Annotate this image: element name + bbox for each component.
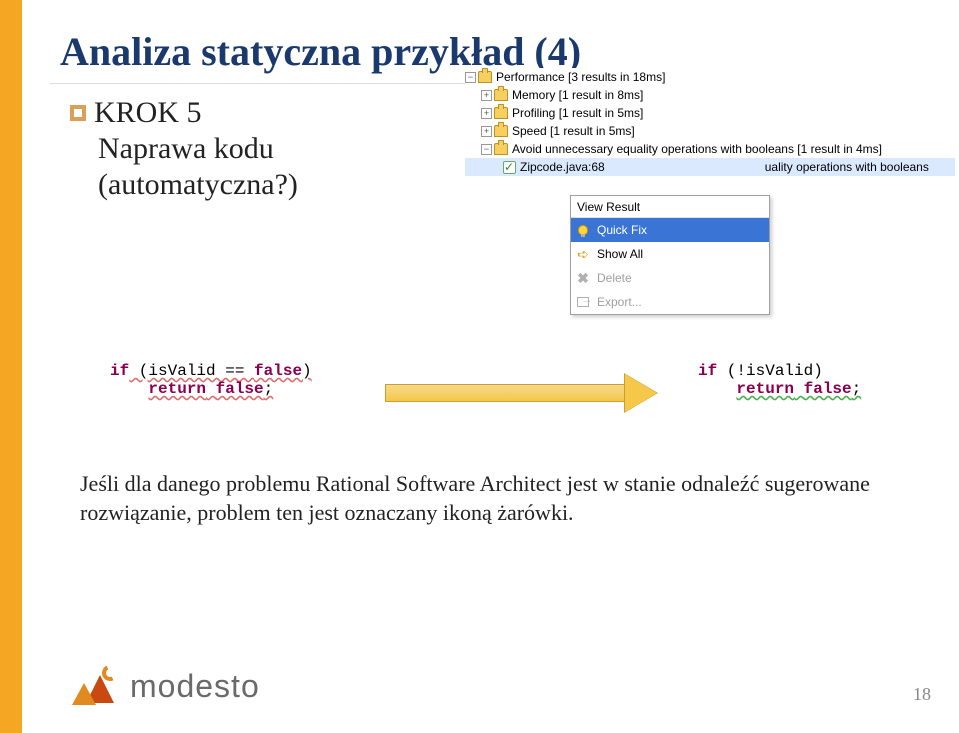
thumb-icon: [478, 71, 492, 83]
thumb-icon: [494, 89, 508, 101]
x-icon: ✖: [575, 270, 591, 286]
collapse-icon[interactable]: −: [465, 72, 476, 83]
arrow-right-icon: ➪: [575, 246, 591, 262]
tree-label: Avoid unnecessary equality operations wi…: [512, 142, 882, 156]
export-icon: [575, 294, 591, 310]
thumb-icon: [494, 107, 508, 119]
slide-content: Analiza statyczna przykład (4) KROK 5 Na…: [50, 0, 930, 733]
menu-item-delete: ✖ Delete: [571, 266, 769, 290]
context-menu: View Result Quick Fix ➪ Show All ✖ Delet…: [570, 195, 770, 315]
tree-row-speed[interactable]: + Speed [1 result in 5ms]: [465, 122, 955, 140]
tree-row-memory[interactable]: + Memory [1 result in 8ms]: [465, 86, 955, 104]
tree-row-profiling[interactable]: + Profiling [1 result in 5ms]: [465, 104, 955, 122]
bullet-marker-icon: [70, 105, 86, 121]
code-before: if (isValid == false) return false;: [110, 362, 312, 398]
logo-text: modesto: [130, 668, 260, 705]
menu-item-label: Show All: [597, 247, 643, 261]
page-number: 18: [913, 684, 931, 705]
menu-item-label: Quick Fix: [597, 223, 647, 237]
tree-label-file: Zipcode.java:68: [520, 160, 605, 174]
tree-label: Speed [1 result in 5ms]: [512, 124, 635, 138]
expand-icon[interactable]: +: [481, 126, 492, 137]
menu-item-showall[interactable]: ➪ Show All: [571, 242, 769, 266]
analysis-results-tree: − Performance [3 results in 18ms] + Memo…: [465, 68, 955, 176]
slide-title: Analiza statyczna przykład (4): [50, 0, 930, 75]
thumb-icon: [494, 143, 508, 155]
arrow-transform-icon: [385, 378, 665, 408]
slide-left-accent-bar: [0, 0, 22, 733]
tree-label: Memory [1 result in 8ms]: [512, 88, 643, 102]
tree-label: Performance [3 results in 18ms]: [496, 70, 665, 84]
tree-row-zipcode[interactable]: Zipcode.java:68 uality operations with b…: [465, 158, 955, 176]
tree-label: Profiling [1 result in 5ms]: [512, 106, 643, 120]
menu-header: View Result: [571, 196, 769, 218]
menu-item-quickfix[interactable]: Quick Fix: [571, 218, 769, 242]
logo: modesto: [72, 665, 260, 707]
bulb-icon: [575, 222, 591, 238]
menu-item-label: Export...: [597, 295, 642, 309]
menu-item-export: Export...: [571, 290, 769, 314]
collapse-icon[interactable]: −: [481, 144, 492, 155]
logo-symbol-icon: [72, 665, 120, 707]
menu-header-label: View Result: [577, 200, 640, 214]
tree-row-avoid-equality[interactable]: − Avoid unnecessary equality operations …: [465, 140, 955, 158]
thumb-icon: [494, 125, 508, 137]
tree-row-performance[interactable]: − Performance [3 results in 18ms]: [465, 68, 955, 86]
step-label: KROK 5: [94, 96, 202, 130]
body-paragraph: Jeśli dla danego problemu Rational Softw…: [80, 470, 910, 527]
expand-icon[interactable]: +: [481, 90, 492, 101]
tree-label-trunc: uality operations with booleans: [765, 160, 929, 174]
expand-icon[interactable]: +: [481, 108, 492, 119]
code-after: if (!isValid) return false;: [698, 362, 861, 398]
check-icon: [503, 161, 516, 174]
menu-item-label: Delete: [597, 271, 632, 285]
